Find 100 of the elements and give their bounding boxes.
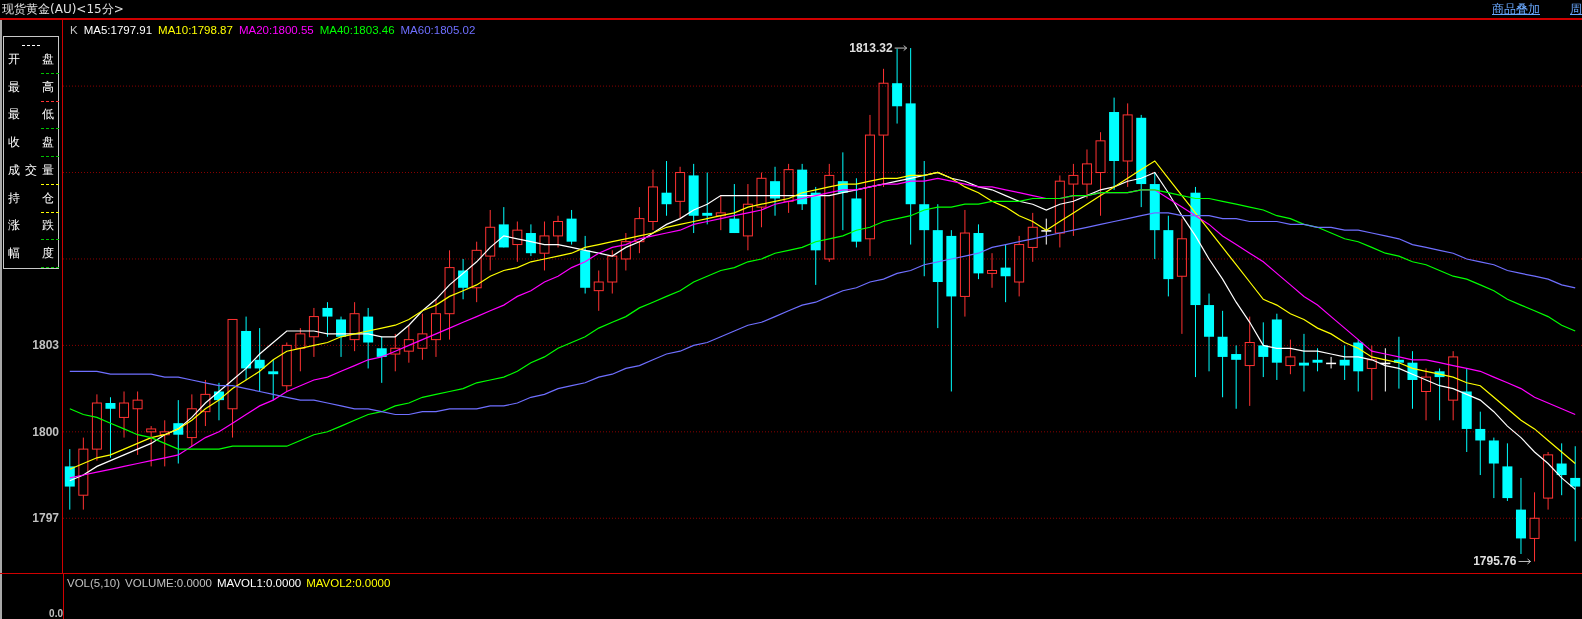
candlestick <box>566 209 577 246</box>
candlestick <box>498 206 509 248</box>
price-extreme-label: 1795.76 <box>1473 554 1517 569</box>
candlestick <box>403 324 414 364</box>
candlestick <box>322 301 333 338</box>
empty-value-dash <box>22 45 40 46</box>
candlestick <box>715 195 726 231</box>
quote-label: 幅度 <box>8 245 54 261</box>
candlestick <box>1258 321 1269 378</box>
arrow-icon <box>894 45 908 52</box>
candlestick <box>1421 367 1432 421</box>
candlestick <box>363 307 374 369</box>
candlestick <box>647 169 658 231</box>
candlestick <box>675 166 686 220</box>
candlestick <box>200 379 211 427</box>
candlestick <box>729 183 740 234</box>
candlestick <box>1556 442 1567 496</box>
candlestick <box>376 336 387 384</box>
price-axis-label: 1803 <box>32 338 59 353</box>
candlestick <box>1475 411 1486 476</box>
candlestick <box>1326 356 1337 369</box>
candlestick <box>390 333 401 372</box>
candlestick <box>661 160 672 217</box>
quote-label: 收盘 <box>8 134 54 150</box>
candlestick <box>593 270 604 312</box>
candlestick <box>1543 451 1554 511</box>
candlestick <box>512 221 523 263</box>
volume-legend-text: VOL(5,10) <box>67 577 121 589</box>
candlestick <box>458 258 469 300</box>
candlestick <box>295 327 306 372</box>
candlestick <box>1312 347 1323 372</box>
candlestick <box>119 391 130 439</box>
candlestick <box>1231 344 1242 410</box>
candlestick <box>186 393 197 447</box>
legend-text: MA20:1800.55 <box>238 24 314 36</box>
candlestick <box>742 183 753 251</box>
quote-label: 持仓 <box>8 189 54 206</box>
toolbar-link[interactable]: 商品叠加 <box>1492 0 1540 18</box>
candlestick <box>241 316 252 381</box>
candlestick <box>254 327 265 392</box>
candlestick <box>553 215 564 248</box>
candlestick <box>308 307 319 358</box>
candlestick <box>417 313 428 361</box>
price-axis-label: 1800 <box>32 424 59 439</box>
candlestick <box>1529 491 1540 562</box>
candlestick <box>430 298 441 358</box>
candlestick <box>281 342 292 392</box>
legend-text: MA40:1803.46 <box>319 24 395 36</box>
candlestick <box>851 177 862 248</box>
candlestick <box>1000 244 1011 303</box>
candlestick <box>1407 350 1418 410</box>
quote-label: 开盘 <box>8 50 54 67</box>
candlestick <box>539 221 550 271</box>
candlestick <box>91 393 102 462</box>
price-axis-label: 1797 <box>32 511 59 526</box>
candlestick <box>987 252 998 289</box>
candlestick <box>146 425 157 467</box>
candlestick <box>1285 339 1296 375</box>
candlestick <box>620 232 631 271</box>
candlestick <box>1434 367 1445 421</box>
chart-title: 现货黄金(AU)<15分> <box>2 0 124 18</box>
candlestick <box>1502 442 1513 502</box>
candlestick <box>1366 344 1377 401</box>
candlestick <box>770 166 781 217</box>
candlestick <box>1298 333 1309 392</box>
quote-label: 最高 <box>8 78 54 95</box>
candlestick <box>580 235 591 295</box>
candlestick <box>471 241 482 303</box>
candlestick <box>268 359 279 401</box>
candlestick <box>64 448 75 511</box>
candlestick <box>756 172 767 228</box>
candlestick <box>1271 313 1282 381</box>
candlestick <box>702 172 713 225</box>
candlestick <box>1041 218 1052 246</box>
volume-legend-text: MAVOL1:0.0000 <box>217 577 302 589</box>
candlestick <box>159 419 170 467</box>
arrow-icon <box>1518 558 1532 565</box>
quote-label: 涨跌 <box>8 217 54 234</box>
legend-text: K <box>70 24 78 36</box>
candlestick <box>1488 437 1499 499</box>
candlestick <box>525 223 536 257</box>
candlestick <box>336 316 347 358</box>
candlestick <box>349 301 360 352</box>
candlestick <box>783 163 794 214</box>
candlestick <box>797 163 808 211</box>
candlestick <box>1339 344 1350 381</box>
candlestick <box>485 209 496 271</box>
candlestick <box>213 382 224 421</box>
quote-label: 最低 <box>8 106 54 123</box>
candlestick <box>634 206 645 254</box>
quote-label: 成交量 <box>8 161 54 178</box>
toolbar-link[interactable]: 周 <box>1570 0 1582 18</box>
volume-axis-label: 0.0 <box>49 608 63 619</box>
candlestick <box>1014 235 1025 297</box>
legend-text: MA10:1798.87 <box>158 24 233 36</box>
candlestick <box>105 396 116 459</box>
candlestick <box>1393 336 1404 390</box>
legend-text: MA5:1797.91 <box>83 24 153 36</box>
candlestick <box>132 391 143 456</box>
volume-legend-text: VOLUME:0.0000 <box>125 577 212 589</box>
